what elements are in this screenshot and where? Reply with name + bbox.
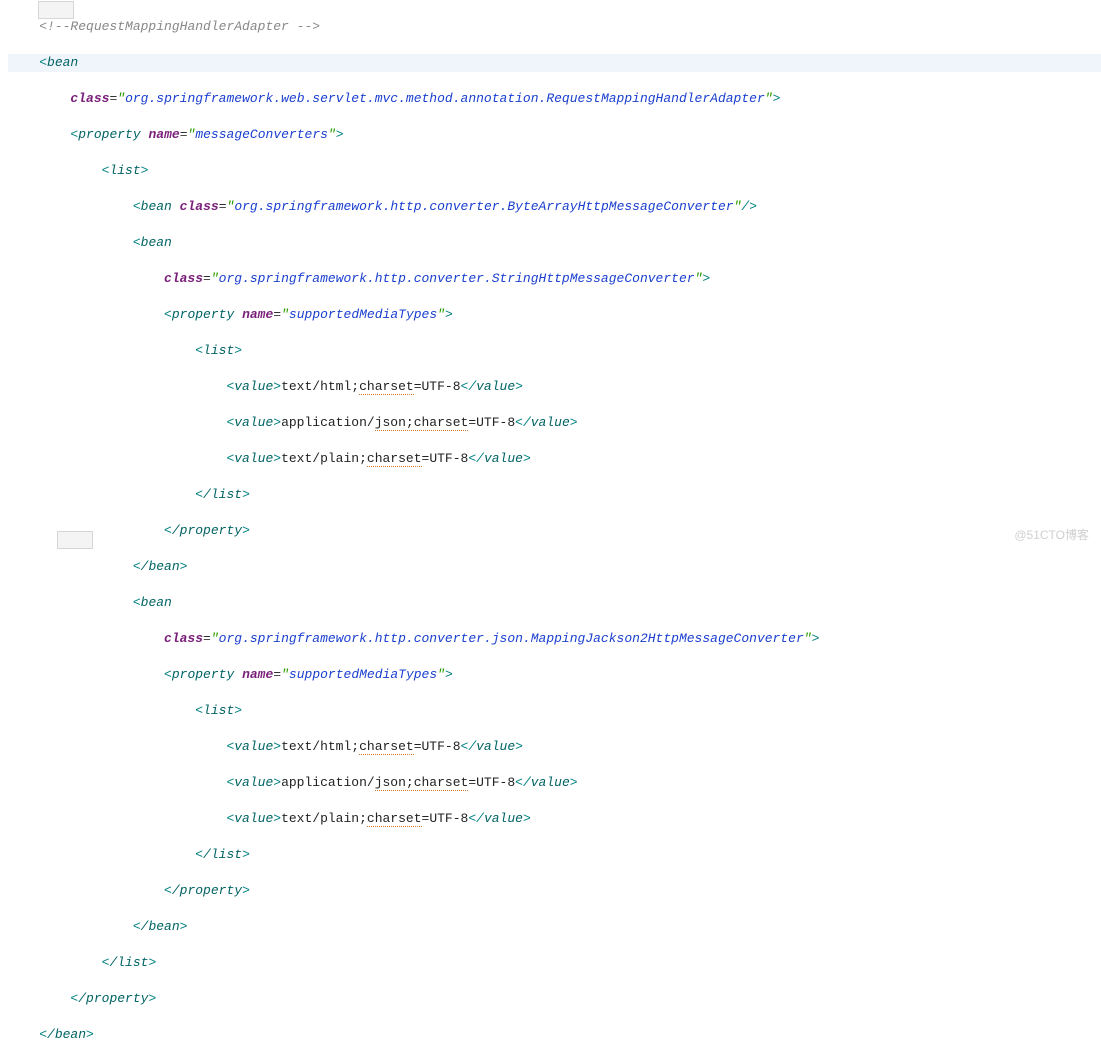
jackson-class: org.springframework.http.converter.json.… <box>219 631 804 646</box>
bytearray-class: org.springframework.http.converter.ByteA… <box>234 199 733 214</box>
watermark: @51CTO博客 <box>1014 526 1089 544</box>
xml-comment: RequestMappingHandlerAdapter <box>70 19 288 34</box>
string-class: org.springframework.http.converter.Strin… <box>219 271 695 286</box>
root-class-value: org.springframework.web.servlet.mvc.meth… <box>125 91 765 106</box>
code-line[interactable]: <bean <box>8 54 1101 72</box>
selection-highlight <box>57 531 93 549</box>
bean-open: bean <box>47 55 78 70</box>
bean-close: /bean <box>47 1027 86 1042</box>
selection-highlight <box>38 1 74 19</box>
code-editor[interactable]: <!--RequestMappingHandlerAdapter --> <be… <box>0 0 1101 1062</box>
